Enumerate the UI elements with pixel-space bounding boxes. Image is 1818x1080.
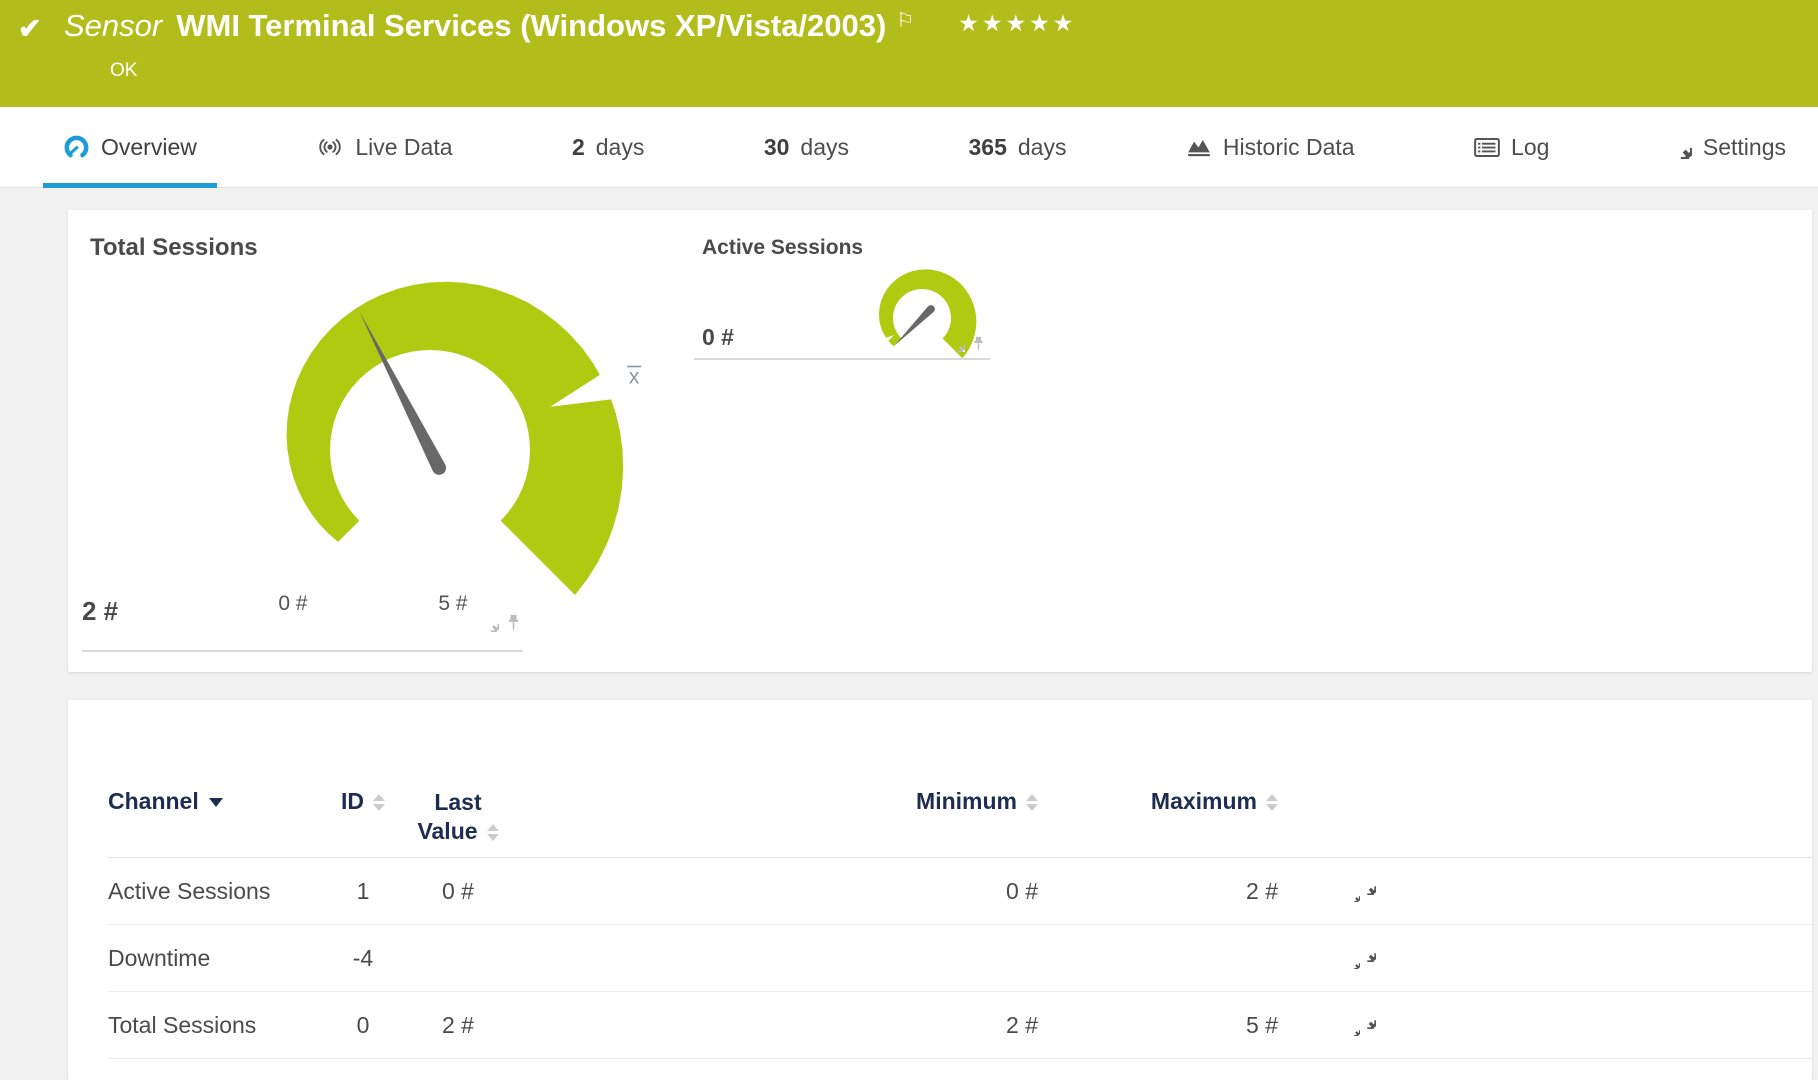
channel-name: Downtime [108, 945, 338, 972]
tab-live-data[interactable]: Live Data [308, 107, 460, 187]
status-text: OK [110, 60, 137, 82]
total-sessions-current-value: 2 # [82, 596, 118, 627]
tab-365-days[interactable]: 365 days [960, 107, 1074, 187]
tab-label: Historic Data [1223, 134, 1355, 161]
table-row: Active Sessions 1 0 # 0 # 2 # [108, 858, 1812, 925]
channel-maximum: 5 # [1038, 1012, 1278, 1039]
status-check-icon: ✔ [18, 12, 41, 45]
sensor-title: WMI Terminal Services (Windows XP/Vista/… [176, 8, 886, 43]
tab-label: days [596, 134, 645, 161]
sort-icon [1266, 794, 1278, 811]
channel-name: Total Sessions [108, 1012, 338, 1039]
log-icon [1474, 137, 1500, 158]
gauge-icon [63, 134, 90, 161]
tab-label: Overview [101, 134, 197, 161]
channels-panel: Channel ID Last Value Minimum Maximum Ac… [68, 700, 1812, 1080]
widget-pin-icon[interactable] [972, 336, 985, 352]
gauge-scale-min: 0 # [248, 592, 338, 616]
channel-last-value: 0 # [388, 878, 528, 905]
column-header-channel[interactable]: Channel [108, 788, 338, 815]
sort-icon [1026, 794, 1038, 811]
tab-settings[interactable]: Settings [1661, 107, 1794, 187]
column-label: Minimum [916, 788, 1017, 814]
svg-text:x: x [629, 365, 640, 388]
table-header-row: Channel ID Last Value Minimum Maximum [108, 760, 1812, 858]
widget-underline [82, 650, 523, 652]
tab-label: days [800, 134, 849, 161]
tab-number: 30 [764, 134, 790, 161]
column-header-minimum[interactable]: Minimum [528, 788, 1038, 815]
channels-table: Channel ID Last Value Minimum Maximum Ac… [68, 700, 1812, 1059]
priority-stars[interactable]: ★★★★★ [958, 10, 1076, 37]
tab-log[interactable]: Log [1466, 107, 1557, 187]
column-header-maximum[interactable]: Maximum [1038, 788, 1278, 815]
tab-number: 365 [968, 134, 1006, 161]
column-label: Last Value [417, 789, 481, 844]
channel-minimum: 0 # [528, 878, 1038, 905]
sensor-status-header: ✔ Sensor WMI Terminal Services (Windows X… [0, 0, 1818, 107]
table-row: Downtime -4 [108, 925, 1812, 992]
sort-desc-icon [209, 798, 223, 807]
channel-id: 0 [338, 1012, 388, 1039]
area-chart-icon [1186, 136, 1212, 158]
tab-label: Live Data [355, 134, 452, 161]
widget-gear-icon[interactable] [950, 337, 965, 352]
active-sessions-current-value: 0 # [702, 324, 734, 351]
channel-last-value: 2 # [388, 1012, 528, 1039]
gauge-scale-max: 5 # [408, 592, 498, 616]
tab-label: Settings [1703, 134, 1786, 161]
broadcast-icon [316, 136, 344, 158]
tab-number: 2 [572, 134, 585, 161]
tab-bar: Overview Live Data 2 days 30 days 365 da… [0, 107, 1818, 188]
tab-label: days [1018, 134, 1067, 161]
column-label: Channel [108, 788, 199, 814]
channel-minimum: 2 # [528, 1012, 1038, 1039]
tab-label: Log [1511, 134, 1549, 161]
tab-2-days[interactable]: 2 days [564, 107, 652, 187]
gauges-panel: Total Sessions x 2 # 0 # 5 # Active Sess… [68, 210, 1812, 672]
channel-settings-gears-icon[interactable] [1348, 877, 1378, 905]
table-row: Total Sessions 0 2 # 2 # 5 # [108, 992, 1812, 1059]
tab-overview[interactable]: Overview [55, 107, 205, 187]
active-sessions-gauge [838, 250, 1018, 370]
widget-pin-icon[interactable] [506, 614, 521, 632]
channel-id: -4 [338, 945, 388, 972]
channel-settings-gears-icon[interactable] [1348, 944, 1378, 972]
flag-icon[interactable]: ⚐ [896, 8, 914, 33]
widget-gear-icon[interactable] [482, 615, 499, 632]
channel-name: Active Sessions [108, 878, 338, 905]
sort-icon [487, 824, 499, 841]
channel-id: 1 [338, 878, 388, 905]
column-header-id[interactable]: ID [338, 788, 388, 815]
column-label: Maximum [1151, 788, 1257, 814]
column-header-last-value[interactable]: Last Value [388, 788, 528, 846]
widget-underline [694, 358, 990, 360]
total-sessions-gauge: x [128, 250, 748, 650]
channel-settings-gears-icon[interactable] [1348, 1011, 1378, 1039]
gear-icon [1669, 136, 1692, 159]
sensor-headline: Sensor WMI Terminal Services (Windows XP/… [64, 8, 1076, 44]
channel-maximum: 2 # [1038, 878, 1278, 905]
object-type-label: Sensor [64, 8, 162, 43]
tab-historic-data[interactable]: Historic Data [1178, 107, 1363, 187]
sort-icon [373, 794, 385, 811]
tab-30-days[interactable]: 30 days [756, 107, 857, 187]
column-label: ID [341, 788, 364, 814]
